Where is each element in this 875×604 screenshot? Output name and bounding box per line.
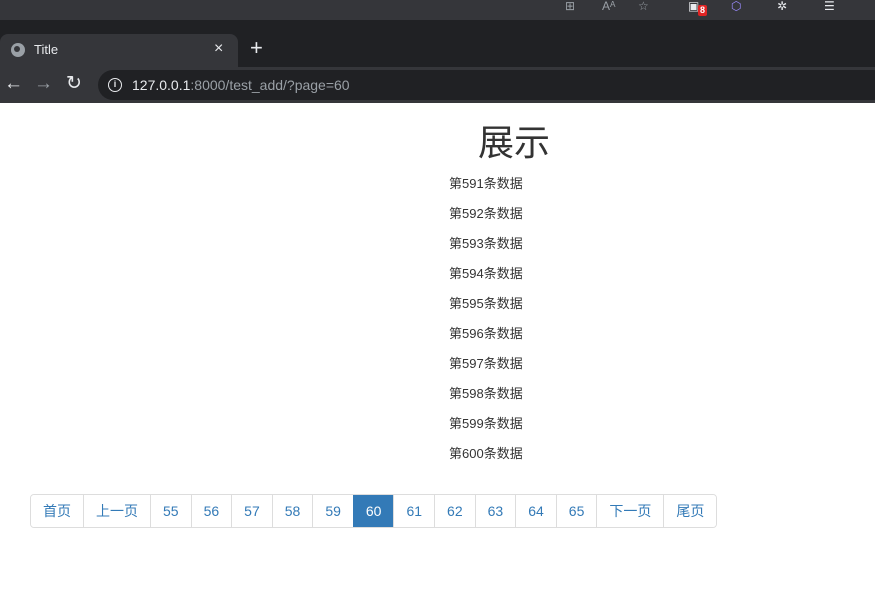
address-bar[interactable]: i 127.0.0.1:8000/test_add/?page=60: [98, 70, 875, 100]
puzzle-icon[interactable]: ✲: [777, 0, 787, 12]
globe-icon: [11, 43, 25, 57]
page-link-55[interactable]: 55: [150, 495, 191, 527]
list-item: 第595条数据: [449, 296, 523, 311]
first-page-link[interactable]: 首页: [31, 495, 83, 527]
page-link-63[interactable]: 63: [474, 495, 516, 527]
list-item: 第599条数据: [449, 416, 523, 431]
read-aloud-icon[interactable]: Aᴬ: [602, 0, 615, 12]
list-item: 第593条数据: [449, 236, 523, 251]
page-link-current[interactable]: 60: [352, 495, 394, 527]
page-link-65[interactable]: 65: [555, 495, 597, 527]
favorites-icon[interactable]: ☰: [824, 0, 835, 12]
page-link-64[interactable]: 64: [515, 495, 556, 527]
favorite-add-icon[interactable]: ☆: [638, 0, 649, 12]
page-link-57[interactable]: 57: [231, 495, 272, 527]
list-item: 第597条数据: [449, 356, 523, 371]
url-path: :8000/test_add/?page=60: [190, 77, 350, 93]
navigation-bar: ← → ↻ i 127.0.0.1:8000/test_add/?page=60: [0, 67, 875, 103]
list-item: 第596条数据: [449, 326, 523, 341]
reload-icon[interactable]: ↻: [66, 73, 82, 95]
list-item: 第592条数据: [449, 206, 523, 221]
data-list: 第591条数据 第592条数据 第593条数据 第594条数据 第595条数据 …: [449, 174, 523, 474]
page-link-58[interactable]: 58: [271, 495, 313, 527]
list-item: 第598条数据: [449, 386, 523, 401]
close-icon[interactable]: ×: [214, 40, 223, 58]
extension-badge: 8: [698, 5, 708, 16]
next-page-link[interactable]: 下一页: [596, 495, 664, 527]
list-item: 第594条数据: [449, 266, 523, 281]
grid-icon[interactable]: ⊞: [565, 0, 575, 12]
info-icon[interactable]: i: [108, 78, 122, 92]
back-icon[interactable]: ←: [4, 73, 23, 95]
url-text[interactable]: 127.0.0.1:8000/test_add/?page=60: [132, 77, 350, 93]
forward-icon[interactable]: →: [34, 73, 53, 95]
url-host: 127.0.0.1: [132, 77, 191, 93]
pagination: 首页 上一页 55 56 57 58 59 60 61 62 63 64 65 …: [30, 494, 718, 528]
prev-page-link[interactable]: 上一页: [83, 495, 150, 527]
new-tab-button[interactable]: +: [250, 37, 263, 59]
page-link-62[interactable]: 62: [434, 495, 475, 527]
tab-title: Title: [34, 42, 59, 57]
page-link-59[interactable]: 59: [312, 495, 353, 527]
page-link-56[interactable]: 56: [190, 495, 232, 527]
page-link-61[interactable]: 61: [393, 495, 435, 527]
last-page-link[interactable]: 尾页: [663, 495, 717, 527]
shield-icon[interactable]: ⬡: [731, 0, 741, 12]
list-item: 第600条数据: [449, 446, 523, 461]
browser-extensions-bar: ⊞ Aᴬ ☆ ▣ 8 ⬡ ✲ ☰: [0, 0, 875, 20]
page-title: 展示: [478, 122, 551, 163]
tab-active[interactable]: Title ×: [0, 34, 238, 67]
list-item: 第591条数据: [449, 176, 523, 191]
tab-strip: Title × +: [0, 20, 875, 67]
